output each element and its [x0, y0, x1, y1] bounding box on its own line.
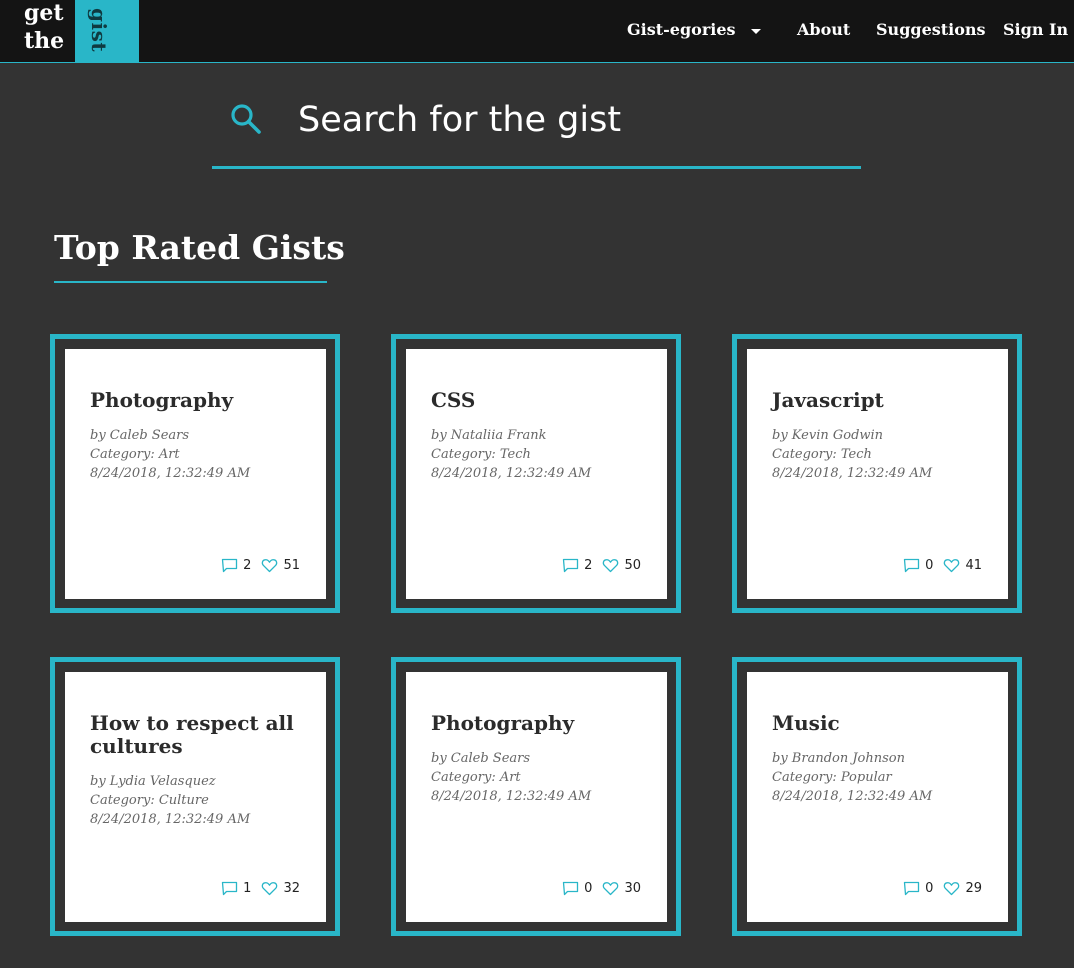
card-category: Category: Art	[90, 447, 180, 462]
gist-card[interactable]: How to respect all cultures by Lydia Vel…	[50, 657, 340, 936]
like-count: 41	[965, 557, 982, 573]
card-meta: by Caleb Sears Category: Art 8/24/2018, …	[431, 749, 661, 806]
card-category: Category: Tech	[431, 447, 531, 462]
gist-card-body[interactable]: Javascript by Kevin Godwin Category: Tec…	[747, 349, 1008, 599]
card-meta: by Kevin Godwin Category: Tech 8/24/2018…	[772, 426, 1002, 483]
card-date: 8/24/2018, 12:32:49 AM	[772, 789, 933, 804]
card-stats: 0 29	[903, 878, 982, 898]
section-title-underline	[54, 281, 327, 283]
navbar: get the gist Gist-egories About Suggesti…	[0, 0, 1074, 63]
heart-icon[interactable]	[602, 557, 619, 574]
card-title[interactable]: Photography	[431, 712, 651, 735]
heart-icon[interactable]	[602, 880, 619, 897]
card-category: Category: Tech	[772, 447, 872, 462]
logo-word-gist: gist	[87, 8, 111, 53]
card-meta: by Nataliia Frank Category: Tech 8/24/20…	[431, 426, 661, 483]
card-author: by Lydia Velasquez	[90, 774, 216, 789]
section-title: Top Rated Gists	[54, 228, 345, 267]
heart-icon[interactable]	[943, 557, 960, 574]
like-count: 30	[624, 880, 641, 896]
caret-down-icon[interactable]	[751, 29, 761, 34]
nav-gist-egories[interactable]: Gist-egories	[627, 20, 736, 39]
card-author: by Brandon Johnson	[772, 751, 905, 766]
heart-icon[interactable]	[943, 880, 960, 897]
card-author: by Caleb Sears	[90, 428, 190, 443]
like-count: 50	[624, 557, 641, 573]
comment-count: 0	[925, 557, 934, 573]
like-count: 51	[283, 557, 300, 573]
gist-card[interactable]: Music by Brandon Johnson Category: Popul…	[732, 657, 1022, 936]
logo-gist-block[interactable]: gist	[75, 0, 139, 62]
gist-card-body[interactable]: Music by Brandon Johnson Category: Popul…	[747, 672, 1008, 922]
card-date: 8/24/2018, 12:32:49 AM	[90, 466, 251, 481]
gist-card-body[interactable]: How to respect all cultures by Lydia Vel…	[65, 672, 326, 922]
search-icon[interactable]	[229, 102, 263, 136]
card-title[interactable]: Music	[772, 712, 992, 735]
card-stats: 0 41	[903, 555, 982, 575]
search-underline	[212, 166, 861, 169]
gist-card-body[interactable]: CSS by Nataliia Frank Category: Tech 8/2…	[406, 349, 667, 599]
card-stats: 1 32	[221, 878, 300, 898]
card-date: 8/24/2018, 12:32:49 AM	[431, 466, 592, 481]
card-meta: by Caleb Sears Category: Art 8/24/2018, …	[90, 426, 320, 483]
comment-icon[interactable]	[221, 880, 238, 897]
comment-icon[interactable]	[562, 880, 579, 897]
card-author: by Kevin Godwin	[772, 428, 884, 443]
gist-card[interactable]: CSS by Nataliia Frank Category: Tech 8/2…	[391, 334, 681, 613]
comment-icon[interactable]	[903, 557, 920, 574]
card-meta: by Lydia Velasquez Category: Culture 8/2…	[90, 772, 320, 829]
card-stats: 2 51	[221, 555, 300, 575]
nav-sign-in[interactable]: Sign In	[1003, 20, 1068, 39]
logo-word-get: get	[24, 0, 64, 26]
card-stats: 0 30	[562, 878, 641, 898]
card-title[interactable]: Photography	[90, 389, 310, 412]
comment-count: 1	[243, 880, 252, 896]
heart-icon[interactable]	[261, 880, 278, 897]
logo-word-the: the	[24, 28, 65, 54]
card-stats: 2 50	[562, 555, 641, 575]
card-date: 8/24/2018, 12:32:49 AM	[90, 812, 251, 827]
gist-card-body[interactable]: Photography by Caleb Sears Category: Art…	[406, 672, 667, 922]
comment-icon[interactable]	[903, 880, 920, 897]
search-input[interactable]	[298, 96, 838, 144]
gist-card[interactable]: Photography by Caleb Sears Category: Art…	[50, 334, 340, 613]
like-count: 29	[965, 880, 982, 896]
card-author: by Caleb Sears	[431, 751, 531, 766]
card-meta: by Brandon Johnson Category: Popular 8/2…	[772, 749, 1002, 806]
card-date: 8/24/2018, 12:32:49 AM	[431, 789, 592, 804]
comment-count: 0	[925, 880, 934, 896]
card-category: Category: Popular	[772, 770, 892, 785]
logo[interactable]: get the	[14, 0, 74, 62]
like-count: 32	[283, 880, 300, 896]
nav-about[interactable]: About	[797, 20, 850, 39]
comment-icon[interactable]	[562, 557, 579, 574]
card-author: by Nataliia Frank	[431, 428, 547, 443]
comment-count: 2	[584, 557, 593, 573]
comment-icon[interactable]	[221, 557, 238, 574]
card-title[interactable]: How to respect all cultures	[90, 712, 310, 758]
card-title[interactable]: CSS	[431, 389, 651, 412]
comment-count: 0	[584, 880, 593, 896]
card-title[interactable]: Javascript	[772, 389, 992, 412]
comment-count: 2	[243, 557, 252, 573]
card-category: Category: Culture	[90, 793, 209, 808]
card-date: 8/24/2018, 12:32:49 AM	[772, 466, 933, 481]
gist-card[interactable]: Javascript by Kevin Godwin Category: Tec…	[732, 334, 1022, 613]
gist-card[interactable]: Photography by Caleb Sears Category: Art…	[391, 657, 681, 936]
nav-suggestions[interactable]: Suggestions	[876, 20, 986, 39]
heart-icon[interactable]	[261, 557, 278, 574]
card-category: Category: Art	[431, 770, 521, 785]
gist-card-body[interactable]: Photography by Caleb Sears Category: Art…	[65, 349, 326, 599]
